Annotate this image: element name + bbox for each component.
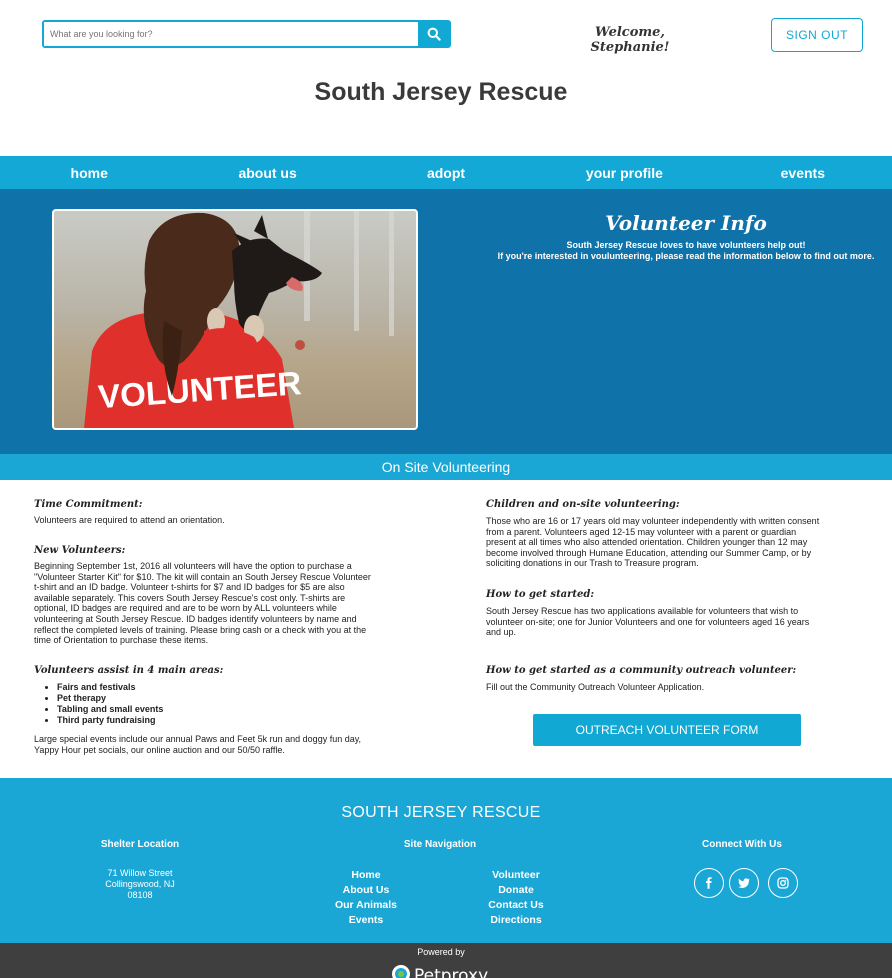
nav-your-profile[interactable]: your profile: [535, 156, 713, 189]
footer-link-about-us[interactable]: About Us: [316, 883, 416, 898]
footer-link-events[interactable]: Events: [316, 913, 416, 928]
text-line: reflect the completed levels of training…: [34, 624, 367, 635]
nav-events[interactable]: events: [714, 156, 892, 189]
text-line: time of Orientation to purchase these it…: [34, 635, 209, 646]
nav-adopt[interactable]: adopt: [357, 156, 535, 189]
volunteer-content: Time Commitment: Volunteers are required…: [0, 480, 892, 778]
header: Welcome, Stephanie! SIGN OUT South Jerse…: [0, 0, 892, 156]
main-areas-list: Fairs and festivals Pet therapy Tabling …: [34, 682, 163, 726]
footer-link-home[interactable]: Home: [316, 868, 416, 883]
search-button[interactable]: [418, 22, 449, 46]
hero-subtitle: South Jersey Rescue loves to have volunt…: [566, 240, 806, 250]
instagram-icon: [777, 877, 789, 889]
search-box: [42, 20, 451, 48]
get-started-heading: How to get started:: [486, 589, 595, 600]
text-line: available separately. This covers South …: [34, 592, 346, 603]
text-line: optional, ID badges are required and are…: [34, 603, 337, 614]
text-line: soliciting donations in our Trash to Tre…: [486, 558, 699, 569]
list-item: Tabling and small events: [57, 704, 163, 715]
address-line: 08108: [127, 890, 153, 900]
site-navigation-heading: Site Navigation: [403, 839, 477, 850]
text-line: Those who are 16 or 17 years old may vol…: [486, 516, 820, 526]
footer-link-our-animals[interactable]: Our Animals: [316, 898, 416, 913]
shelter-location-heading: Shelter Location: [100, 839, 180, 850]
footer-title: SOUTH JERSEY RESCUE: [341, 804, 541, 821]
volunteer-illustration: VOLUNTEER: [84, 211, 394, 428]
new-volunteers-heading: New Volunteers:: [34, 545, 126, 556]
powered-by-label: Powered by: [417, 947, 465, 957]
outreach-text: Fill out the Community Outreach Voluntee…: [486, 682, 705, 692]
outreach-heading: How to get started as a community outrea…: [486, 665, 797, 676]
powered-by-bar: Powered by Petproxy: [0, 943, 892, 978]
connect-heading: Connect With Us: [702, 839, 782, 850]
facebook-button[interactable]: [694, 868, 724, 898]
new-volunteers-text: Beginning September 1st, 2016 all volunt…: [34, 561, 371, 646]
footer-link-contact-us[interactable]: Contact Us: [466, 898, 566, 913]
search-input[interactable]: [44, 22, 418, 46]
list-item: Pet therapy: [57, 693, 163, 704]
text-line: volunteering at South Jersey Rescue. ID …: [34, 613, 357, 624]
text-line: Yappy Hour pet socials, our online aucti…: [34, 744, 285, 755]
time-commitment-heading: Time Commitment:: [34, 499, 143, 510]
children-text: Those who are 16 or 17 years old may vol…: [486, 516, 819, 569]
site-title: South Jersey Rescue: [314, 78, 568, 106]
hero-intro: If you're interested in voulunteering, p…: [497, 251, 875, 261]
petproxy-logo[interactable]: Petproxy: [390, 960, 500, 978]
facebook-icon: [706, 877, 712, 889]
text-line: Beginning September 1st, 2016 all volunt…: [34, 561, 352, 571]
text-line: present at all times who also attended o…: [486, 537, 808, 548]
footer: SOUTH JERSEY RESCUE Shelter Location 71 …: [0, 778, 892, 943]
main-areas-heading: Volunteers assist in 4 main areas:: [34, 665, 224, 676]
welcome-message: Welcome, Stephanie!: [590, 25, 670, 55]
text-line: t-shirt and an ID badge. Volunteer t-shi…: [34, 582, 345, 593]
sign-out-button[interactable]: SIGN OUT: [771, 18, 863, 52]
children-heading: Children and on-site volunteering:: [486, 499, 680, 510]
list-item: Third party fundraising: [57, 715, 163, 726]
hero-title: Volunteer Info: [605, 211, 767, 235]
text-line: volunteer on-site; one for Junior Volunt…: [486, 616, 810, 627]
address-line: Collingswood, NJ: [105, 879, 175, 889]
instagram-button[interactable]: [768, 868, 798, 898]
footer-link-directions[interactable]: Directions: [466, 913, 566, 928]
volunteer-photo: VOLUNTEER: [52, 209, 418, 430]
get-started-text: South Jersey Rescue has two applications…: [486, 606, 809, 638]
twitter-icon: [738, 878, 750, 888]
text-line: South Jersey Rescue has two applications…: [486, 606, 799, 616]
nav-about-us[interactable]: about us: [178, 156, 356, 189]
nav-home[interactable]: home: [0, 156, 178, 189]
outreach-volunteer-form-button[interactable]: OUTREACH VOLUNTEER FORM: [533, 714, 801, 746]
main-nav: home about us adopt your profile events: [0, 156, 892, 189]
footer-link-volunteer[interactable]: Volunteer: [466, 868, 566, 883]
text-line: from a parent. Volunteers aged 12-15 may…: [486, 526, 797, 537]
list-item: Fairs and festivals: [57, 682, 163, 693]
special-events-text: Large special events include our annual …: [34, 734, 361, 755]
twitter-button[interactable]: [729, 868, 759, 898]
time-commitment-text: Volunteers are required to attend an ori…: [34, 515, 225, 525]
section-title: On Site Volunteering: [0, 454, 892, 480]
text-line: and up.: [486, 627, 517, 638]
address-line: 71 Willow Street: [107, 868, 173, 878]
text-line: "Volunteer Starter Kit" for $10. The kit…: [34, 571, 371, 582]
text-line: become involved through Humane Education…: [486, 547, 812, 558]
petproxy-logo-text: Petproxy: [414, 966, 488, 978]
footer-link-donate[interactable]: Donate: [466, 883, 566, 898]
hero-section: VOLUNTEER Volunteer Info South Jersey Re…: [0, 189, 892, 454]
text-line: Large special events include our annual …: [34, 734, 362, 744]
search-icon: [427, 27, 441, 41]
